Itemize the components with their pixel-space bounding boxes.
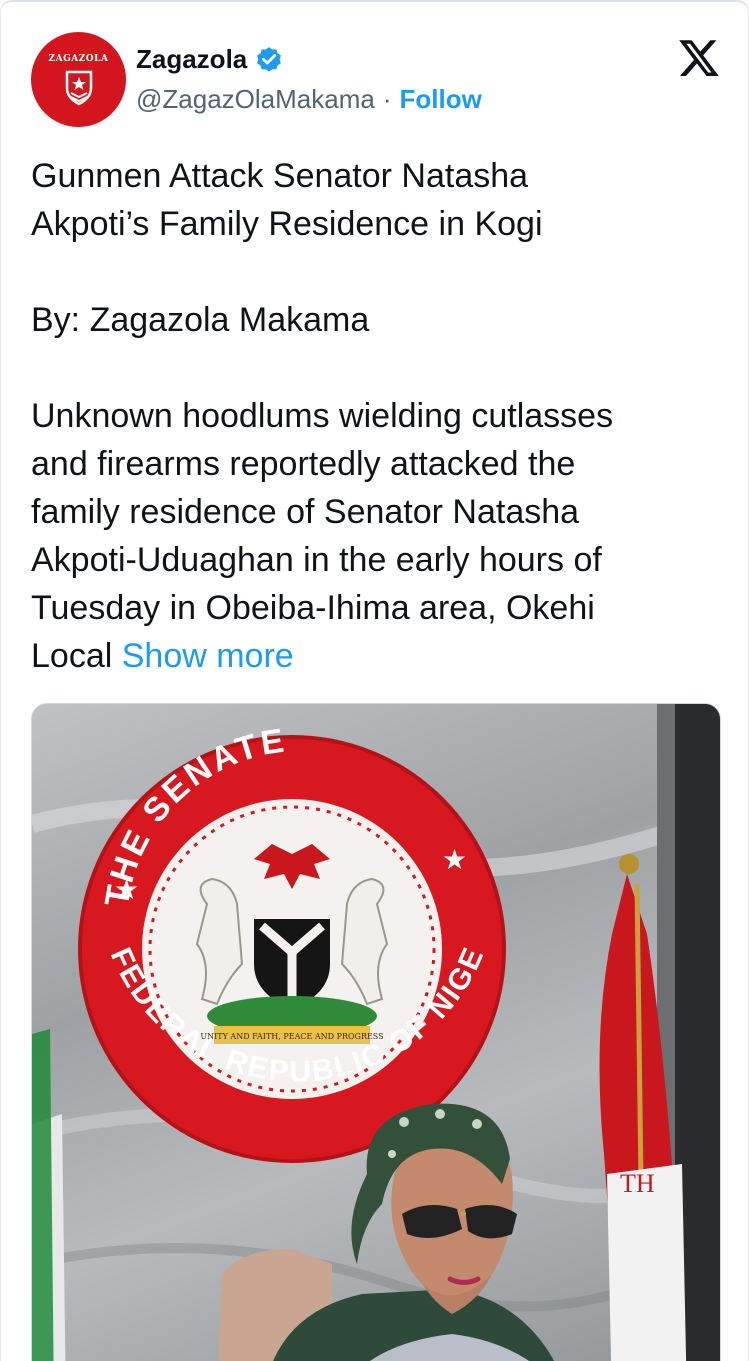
senate-seal: THE SENATE FEDERAL REPUBLIC OF NIGERIA ★… [32,704,506,1163]
follow-button[interactable]: Follow [399,84,481,115]
avatar[interactable]: ZAGAZOLA [31,32,126,127]
seal-star-icon: ★ [114,874,139,905]
body-line: family residence of Senator Natasha [31,493,580,531]
show-more-link[interactable]: Show more [122,637,294,675]
author-handle[interactable]: @ZagazOlaMakama [136,84,375,115]
body-line: Unknown hoodlums wielding cutlasses [31,397,614,435]
byline: By: Zagazola Makama [31,301,370,339]
body-line: Akpoti-Uduaghan in the early hours of [31,541,602,579]
body-line-last: Local Show more [31,632,721,680]
separator-dot: · [382,84,392,114]
seal-star-icon: ★ [442,844,467,875]
tweet-card: ZAGAZOLA Zagazola @ZagazOlaMakama · Foll… [0,0,749,1361]
headline-line: Akpoti’s Family Residence in Kogi [31,205,543,243]
body-line: Tuesday in Obeiba-Ihima area, Okehi [31,589,595,627]
body-line: Local [31,637,113,675]
shield-logo-icon [65,70,93,106]
avatar-logo-text: ZAGAZOLA [48,54,109,64]
headline-line: Gunmen Attack Senator Natasha [31,157,529,195]
seal-motto: UNITY AND FAITH, PEACE AND PROGRESS [200,1032,383,1041]
verified-badge-icon [257,47,282,72]
tweet-text: Gunmen Attack Senator Natasha Akpoti’s F… [31,152,721,680]
author-name-row: Zagazola [136,42,284,76]
tweet-image[interactable]: THE SENATE FEDERAL REPUBLIC OF NIGERIA ★… [31,703,721,1361]
author-handle-row: @ZagazOlaMakama · Follow [136,84,482,115]
x-logo-icon[interactable] [677,36,721,80]
tweet-header: ZAGAZOLA Zagazola @ZagazOlaMakama · Foll… [31,32,721,128]
body-line: and firearms reportedly attacked the [31,445,576,483]
senate-photo: THE SENATE FEDERAL REPUBLIC OF NIGERIA ★… [32,704,720,1361]
author-name[interactable]: Zagazola [136,44,247,75]
flag-text: TH [620,1169,655,1198]
